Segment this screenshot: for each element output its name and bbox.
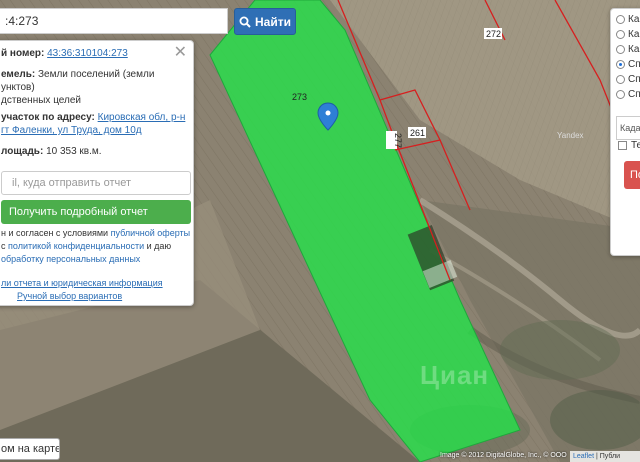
map-question-button[interactable]: ом на карте? — [0, 438, 60, 460]
get-report-button[interactable]: Получить подробный отчет — [1, 200, 191, 224]
search-button[interactable]: Найти — [234, 8, 296, 35]
land-category-value: Земли поселений (земли — [38, 69, 155, 80]
layer-option[interactable]: Ка — [616, 44, 639, 55]
radio-icon[interactable] — [616, 45, 625, 54]
leaflet-link[interactable]: Leaflet — [573, 453, 594, 460]
checkbox-icon[interactable] — [618, 141, 627, 150]
imagery-copyright: Image © 2012 DigitalGlobe, Inc., © OOO — [440, 452, 567, 459]
attribution-tail: | Публи — [595, 453, 621, 460]
parcel-number-label: 277 — [393, 133, 403, 148]
search-input[interactable]: :4:273 — [0, 8, 228, 34]
cadastral-number-link[interactable]: 43:36:310104:273 — [47, 48, 128, 59]
layer-option[interactable]: Ка — [616, 14, 639, 25]
search-button-label: Найти — [255, 14, 291, 29]
agree-text: н и согласен с условиями — [1, 228, 109, 238]
radio-icon[interactable] — [616, 30, 625, 39]
yandex-watermark: Yandex — [557, 131, 584, 140]
parcel-info-panel: ✕ й номер: 43:36:310104:273 емель: Земли… — [0, 40, 194, 306]
parcel-number-label: 261 — [410, 128, 425, 138]
map-attribution: Leaflet | Публи — [570, 451, 640, 462]
radio-selected-icon[interactable] — [616, 60, 625, 69]
layer-option-label: Сп — [628, 89, 640, 100]
area-value: 10 353 кв.м. — [46, 146, 102, 157]
radio-icon[interactable] — [616, 15, 625, 24]
parcel-number-label: 272 — [486, 29, 501, 39]
layer-checkbox-row[interactable]: Те — [618, 140, 640, 151]
address-link-2[interactable]: гт Фаленки, ул Труда, дом 10д — [1, 125, 142, 136]
parcel-number-label: 273 — [292, 92, 307, 102]
layer-option-label: Ка — [628, 29, 640, 40]
search-icon — [239, 16, 251, 28]
land-category-label: емель: — [1, 69, 36, 80]
radio-icon[interactable] — [616, 75, 625, 84]
land-category-value-2: унктов) — [1, 82, 35, 93]
area-label: лощадь: — [1, 146, 44, 157]
cadastral-label: й номер: — [1, 48, 45, 59]
public-offer-link[interactable]: публичной оферты — [111, 228, 191, 238]
layer-option[interactable]: Сп — [616, 89, 640, 100]
layer-option[interactable]: Ка — [616, 29, 639, 40]
layer-search-input[interactable]: Кадас — [616, 116, 640, 140]
layer-options-panel: Ка Ка Ка Сп Сп Сп Кадас Те По — [610, 8, 640, 256]
layer-option-label: Сп — [628, 59, 640, 70]
cian-watermark: Циан — [420, 360, 490, 390]
layer-option-selected[interactable]: Сп — [616, 59, 640, 70]
address-label: участок по адресу: — [1, 112, 95, 123]
layer-option-label: Сп — [628, 74, 640, 85]
radio-icon[interactable] — [616, 90, 625, 99]
manual-selection-link[interactable]: Ручной выбор вариантов — [17, 290, 122, 302]
privacy-policy-link[interactable]: политикой конфиденциальности — [8, 241, 144, 251]
layer-option-label: Ка — [628, 14, 640, 25]
show-button[interactable]: По — [624, 161, 640, 189]
land-category-value-3: дственных целей — [1, 95, 82, 106]
checkbox-label: Те — [631, 140, 640, 151]
agree-text-3: и даю — [146, 241, 172, 251]
address-link[interactable]: Кировская обл, р-н — [98, 112, 186, 123]
personal-data-link[interactable]: обработку персональных данных — [1, 253, 140, 265]
legal-info-link[interactable]: ли отчета и юридическая информация — [1, 277, 163, 289]
email-field[interactable]: il, куда отправить отчет — [1, 171, 191, 195]
layer-option-label: Ка — [628, 44, 640, 55]
agree-text-2: с — [1, 241, 6, 251]
layer-option[interactable]: Сп — [616, 74, 640, 85]
